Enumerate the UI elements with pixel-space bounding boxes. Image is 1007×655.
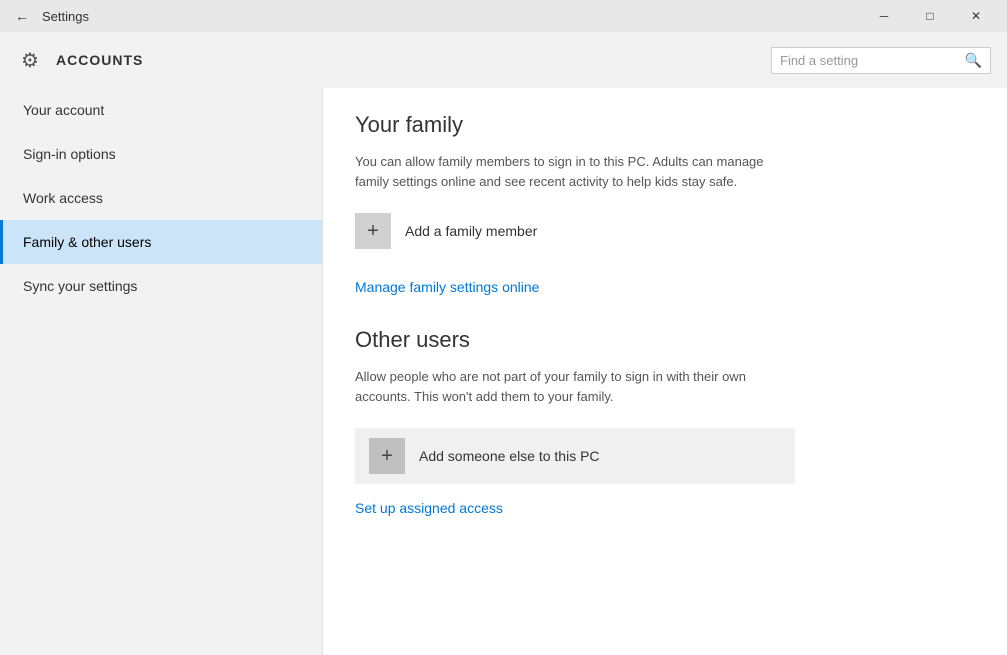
sidebar: Your account Sign-in options Work access… [0,88,322,655]
sidebar-item-sync-your-settings[interactable]: Sync your settings [0,264,322,308]
content-area: Your account Sign-in options Work access… [0,88,1007,655]
main-content: Your family You can allow family members… [322,88,1007,655]
search-box[interactable]: 🔍 [771,47,991,74]
family-section: Your family You can allow family members… [355,112,975,327]
maximize-icon: □ [926,9,933,23]
close-icon: ✕ [971,9,981,23]
add-family-member-label: Add a family member [405,223,537,239]
plus-icon-2: + [381,445,393,468]
add-family-member-row[interactable]: + Add a family member [355,213,975,249]
back-icon: ← [15,8,29,24]
window-controls: ─ □ ✕ [861,0,999,32]
sidebar-item-sign-in-options[interactable]: Sign-in options [0,132,322,176]
minimize-icon: ─ [880,9,889,23]
close-button[interactable]: ✕ [953,0,999,32]
search-input[interactable] [780,53,961,68]
plus-icon: + [367,220,379,243]
window-title: Settings [42,9,861,24]
sidebar-item-work-access[interactable]: Work access [0,176,322,220]
app-header: ⚙ ACCOUNTS 🔍 [0,32,1007,88]
family-section-title: Your family [355,112,975,138]
add-someone-row[interactable]: + Add someone else to this PC [355,428,795,484]
sidebar-item-family-other-users[interactable]: Family & other users [0,220,322,264]
other-users-section-description: Allow people who are not part of your fa… [355,367,795,406]
title-bar: ← Settings ─ □ ✕ [0,0,1007,32]
minimize-button[interactable]: ─ [861,0,907,32]
family-section-description: You can allow family members to sign in … [355,152,795,191]
accounts-icon: ⚙ [16,46,44,74]
add-someone-icon: + [369,438,405,474]
manage-family-link[interactable]: Manage family settings online [355,279,539,295]
sidebar-item-your-account[interactable]: Your account [0,88,322,132]
search-icon: 🔍 [965,52,982,69]
add-family-member-icon: + [355,213,391,249]
settings-window: ← Settings ─ □ ✕ ⚙ ACCOUNTS 🔍 [0,0,1007,655]
app-title: ACCOUNTS [56,52,143,68]
setup-assigned-access-link[interactable]: Set up assigned access [355,500,503,516]
back-button[interactable]: ← [8,2,36,30]
other-users-section-title: Other users [355,327,975,353]
maximize-button[interactable]: □ [907,0,953,32]
add-someone-label: Add someone else to this PC [419,448,600,464]
other-users-section: Other users Allow people who are not par… [355,327,975,518]
